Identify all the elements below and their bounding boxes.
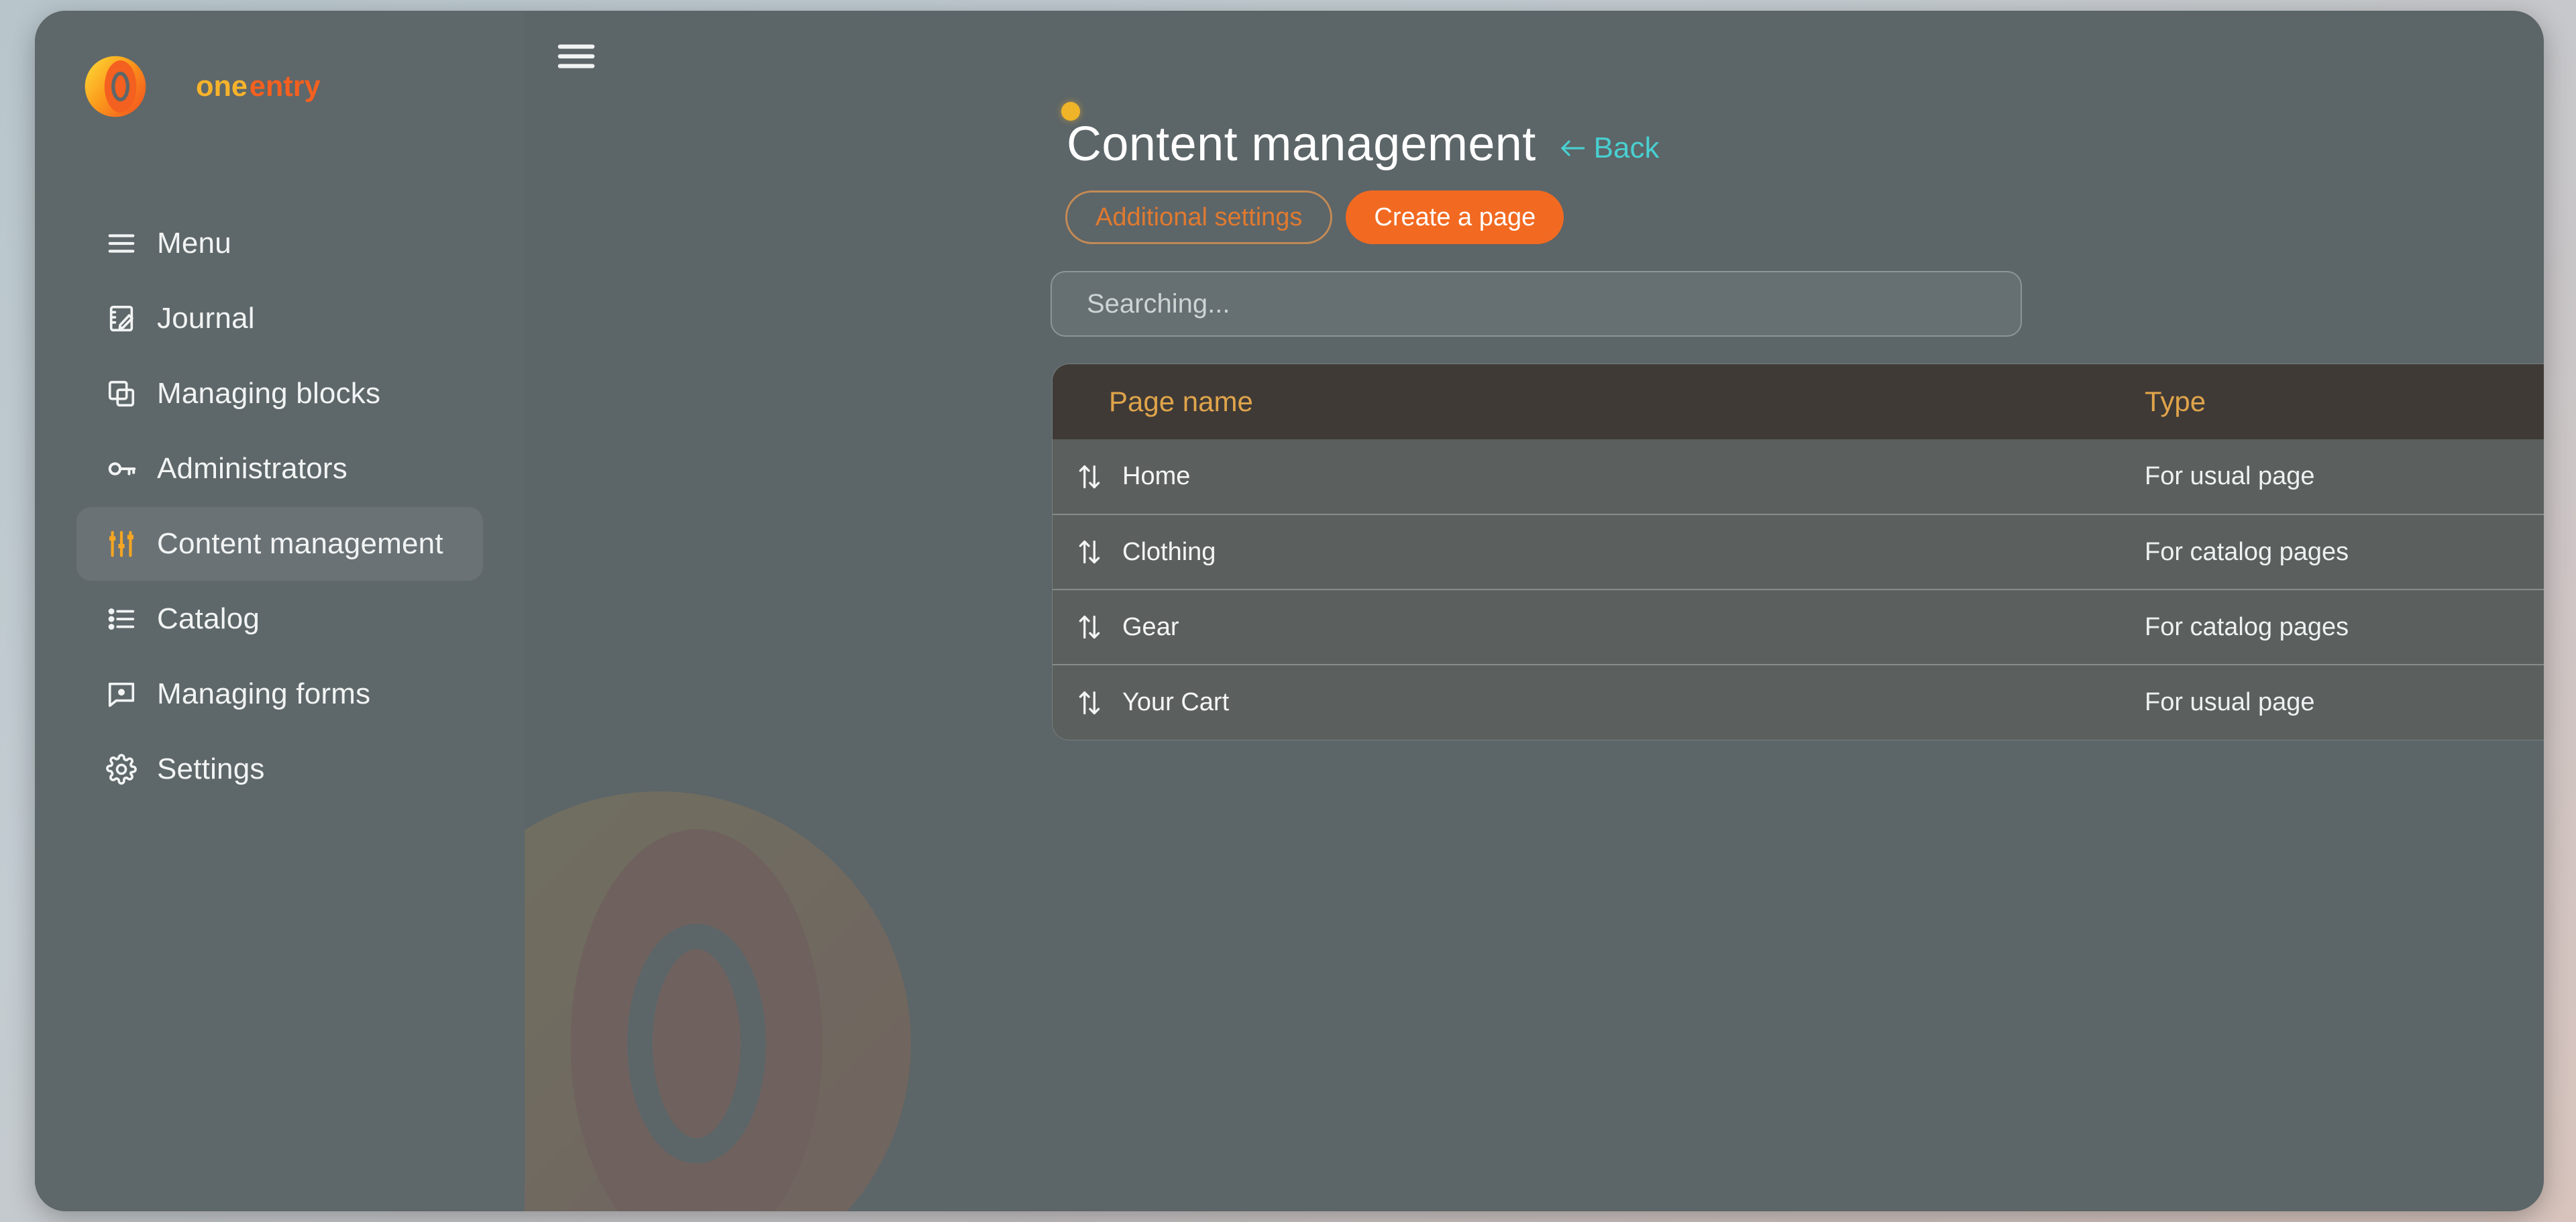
- list-icon: [106, 604, 137, 634]
- gear-icon: [106, 754, 137, 785]
- sidebar-item-content-management[interactable]: Content management: [76, 507, 483, 581]
- reorder-handle-icon[interactable]: [1077, 614, 1102, 641]
- forms-icon: [106, 679, 137, 710]
- header-actions: Additional settings Create a page: [525, 190, 2544, 244]
- page-type-text: For catalog pages: [2145, 612, 2349, 641]
- blocks-icon: [106, 378, 137, 409]
- table-row[interactable]: Home For usual page: [1053, 439, 2544, 514]
- reorder-handle-icon[interactable]: [1077, 463, 1102, 490]
- sidebar-nav: Menu Journal Managing blocks Administrat…: [35, 207, 525, 806]
- cell-type: For usual page: [2145, 439, 2544, 514]
- key-icon: [106, 453, 137, 484]
- main-content: A 文 EN: [525, 11, 2544, 1211]
- cell-page-name: Clothing: [1053, 514, 2145, 590]
- column-header-type: Type: [2145, 364, 2544, 439]
- page-name-text: Your Cart: [1122, 688, 1230, 716]
- svg-text:one: one: [196, 70, 248, 103]
- sidebar-item-managing-blocks[interactable]: Managing blocks: [76, 357, 483, 431]
- sidebar-item-label: Catalog: [157, 602, 260, 635]
- table-header-row: Page name Type Actions: [1053, 364, 2544, 439]
- search-container: [525, 271, 2544, 337]
- reorder-handle-icon[interactable]: [1077, 689, 1102, 716]
- sidebar: one entry Menu Journal Managing blocks A…: [35, 11, 525, 1211]
- cell-type: For catalog pages: [2145, 590, 2544, 665]
- cell-page-name: Gear: [1053, 590, 2145, 665]
- hamburger-icon: [106, 228, 137, 259]
- arrow-left-icon: [1560, 140, 1585, 156]
- sidebar-item-label: Settings: [157, 753, 265, 785]
- journal-icon: [106, 303, 137, 334]
- sidebar-item-catalog[interactable]: Catalog: [76, 582, 483, 656]
- svg-text:entry: entry: [250, 70, 321, 103]
- cell-type: For catalog pages: [2145, 514, 2544, 590]
- additional-settings-button[interactable]: Additional settings: [1065, 190, 1333, 244]
- table-body: Home For usual page Clothing For catalog…: [1053, 439, 2544, 740]
- brand-wordmark: one entry: [196, 70, 321, 103]
- brand-logo[interactable]: one entry: [35, 47, 525, 126]
- pages-table: Page name Type Actions Home For usual pa…: [1052, 364, 2544, 740]
- app-window: one entry Menu Journal Managing blocks A…: [35, 11, 2544, 1211]
- topbar: A 文 EN: [525, 11, 2544, 102]
- sidebar-item-label: Menu: [157, 227, 231, 260]
- menu-toggle-icon[interactable]: [557, 42, 596, 71]
- brand-mark-icon: [85, 56, 146, 117]
- back-link-label: Back: [1593, 131, 1660, 164]
- column-header-page-name: Page name: [1053, 364, 2145, 439]
- sidebar-item-label: Managing forms: [157, 677, 371, 710]
- sidebar-item-label: Administrators: [157, 452, 347, 485]
- sidebar-item-label: Journal: [157, 302, 255, 335]
- sliders-icon: [106, 529, 137, 559]
- page-type-text: For usual page: [2145, 462, 2315, 490]
- status-badge: [1061, 102, 1080, 121]
- sidebar-item-managing-forms[interactable]: Managing forms: [76, 657, 483, 731]
- reorder-handle-icon[interactable]: [1077, 539, 1102, 565]
- page-name-text: Clothing: [1122, 537, 1216, 566]
- search-input[interactable]: [1051, 271, 2022, 337]
- table-row[interactable]: Your Cart For usual page: [1053, 665, 2544, 740]
- page-header: Content management Back: [525, 102, 2544, 172]
- page-name-text: Home: [1122, 462, 1191, 490]
- sidebar-item-label: Managing blocks: [157, 377, 381, 410]
- back-link[interactable]: Back: [1559, 123, 1660, 165]
- cell-page-name: Your Cart: [1053, 665, 2145, 740]
- cell-type: For usual page: [2145, 665, 2544, 740]
- sidebar-item-settings[interactable]: Settings: [76, 732, 483, 806]
- sidebar-item-administrators[interactable]: Administrators: [76, 432, 483, 506]
- page-title: Content management: [1067, 117, 1536, 171]
- pages-table-element: Page name Type Actions Home For usual pa…: [1053, 364, 2544, 740]
- table-head: Page name Type Actions: [1053, 364, 2544, 439]
- table-row[interactable]: Gear For catalog pages: [1053, 590, 2544, 665]
- table-row[interactable]: Clothing For catalog pages: [1053, 514, 2544, 590]
- page-type-text: For catalog pages: [2145, 537, 2349, 566]
- sidebar-item-journal[interactable]: Journal: [76, 282, 483, 355]
- create-page-button[interactable]: Create a page: [1346, 190, 1564, 244]
- sidebar-item-menu[interactable]: Menu: [76, 207, 483, 280]
- cell-page-name: Home: [1053, 439, 2145, 514]
- page-type-text: For usual page: [2145, 688, 2315, 716]
- sidebar-item-label: Content management: [157, 527, 443, 560]
- page-name-text: Gear: [1122, 612, 1179, 641]
